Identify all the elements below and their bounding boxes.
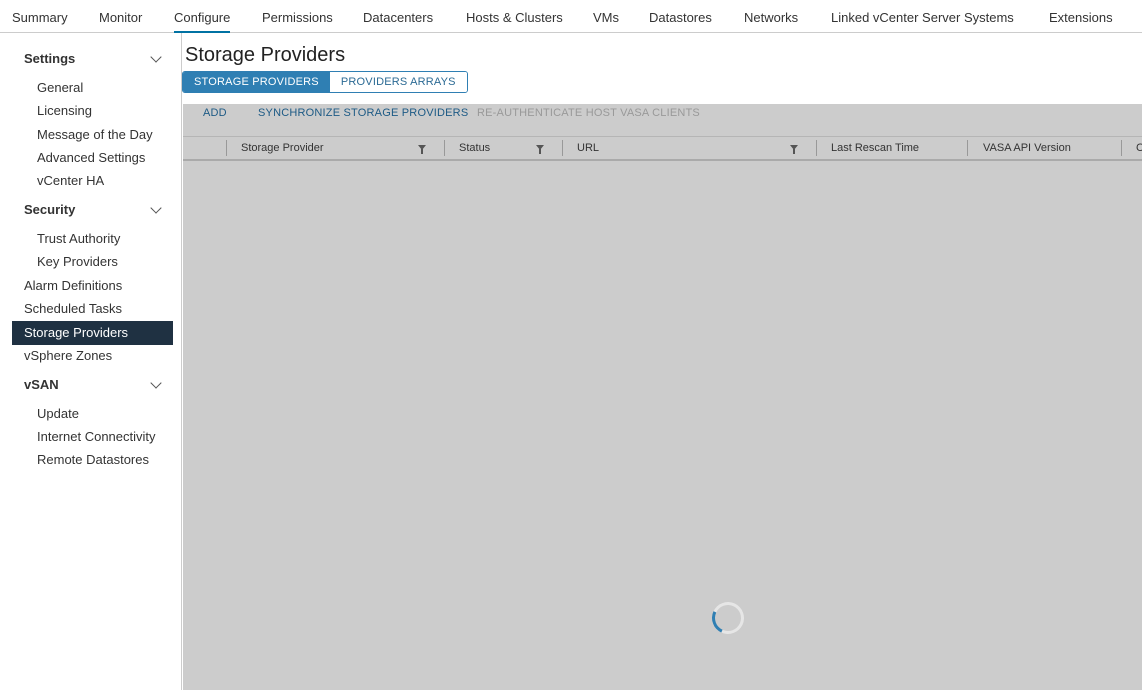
sidebar-item-alarm-definitions[interactable]: Alarm Definitions [24,278,122,293]
sidebar-item-general[interactable]: General [37,80,83,95]
column-divider[interactable] [816,140,817,156]
tab-monitor[interactable]: Monitor [99,0,142,33]
column-divider[interactable] [562,140,563,156]
view-toggle: STORAGE PROVIDERS PROVIDERS ARRAYS [182,71,468,93]
column-divider[interactable] [1121,140,1122,156]
tab-extensions[interactable]: Extensions [1049,0,1113,33]
synchronize-button[interactable]: SYNCHRONIZE STORAGE PROVIDERS [258,107,468,119]
column-storage-provider[interactable]: Storage Provider [241,142,324,154]
sidebar-item-vsphere-zones[interactable]: vSphere Zones [24,348,112,363]
tab-hosts-clusters[interactable]: Hosts & Clusters [466,0,563,33]
page-title: Storage Providers [185,44,346,66]
column-divider[interactable] [226,140,227,156]
filter-icon[interactable] [536,145,544,154]
sidebar-group-security[interactable]: Security [24,202,75,217]
tab-datacenters[interactable]: Datacenters [363,0,433,33]
tab-vms[interactable]: VMs [593,0,619,33]
sidebar-item-vcenter-ha[interactable]: vCenter HA [37,173,104,188]
tab-storage-providers[interactable]: STORAGE PROVIDERS [183,72,330,92]
table-header: Storage Provider Status URL Last Rescan … [183,136,1142,161]
tab-providers-arrays[interactable]: PROVIDERS ARRAYS [329,72,467,92]
sidebar-group-settings[interactable]: Settings [24,51,75,66]
column-status[interactable]: Status [459,142,490,154]
loading-overlay [183,104,1142,690]
sidebar-group-vsan[interactable]: vSAN [24,377,59,392]
filter-icon[interactable] [418,145,426,154]
sidebar-item-trust-authority[interactable]: Trust Authority [37,231,120,246]
tab-networks[interactable]: Networks [744,0,798,33]
sidebar-item-message-of-the-day[interactable]: Message of the Day [37,127,153,142]
sidebar-item-internet-connectivity[interactable]: Internet Connectivity [37,429,156,444]
filter-icon[interactable] [790,145,798,154]
sidebar-item-remote-datastores[interactable]: Remote Datastores [37,452,149,467]
reauthenticate-button: RE-AUTHENTICATE HOST VASA CLIENTS [477,107,700,119]
column-url[interactable]: URL [577,142,599,154]
tab-permissions[interactable]: Permissions [262,0,333,33]
column-last-rescan-time[interactable]: Last Rescan Time [831,142,919,154]
sidebar-item-update[interactable]: Update [37,406,79,421]
tab-summary[interactable]: Summary [12,0,68,33]
tab-datastores[interactable]: Datastores [649,0,712,33]
column-divider[interactable] [967,140,968,156]
top-nav: Summary Monitor Configure Permissions Da… [0,0,1142,33]
tab-linked-vcenter[interactable]: Linked vCenter Server Systems [831,0,1014,33]
column-vasa-api-version[interactable]: VASA API Version [983,142,1071,154]
sidebar-item-advanced-settings[interactable]: Advanced Settings [37,150,145,165]
sidebar-item-scheduled-tasks[interactable]: Scheduled Tasks [24,301,122,316]
add-button[interactable]: ADD [203,107,227,119]
sidebar-item-licensing[interactable]: Licensing [37,103,92,118]
column-divider[interactable] [444,140,445,156]
sidebar-item-storage-providers[interactable]: Storage Providers [12,321,173,345]
column-truncated[interactable]: C [1136,142,1142,154]
tab-configure[interactable]: Configure [174,0,231,33]
sidebar-item-key-providers[interactable]: Key Providers [37,254,118,269]
